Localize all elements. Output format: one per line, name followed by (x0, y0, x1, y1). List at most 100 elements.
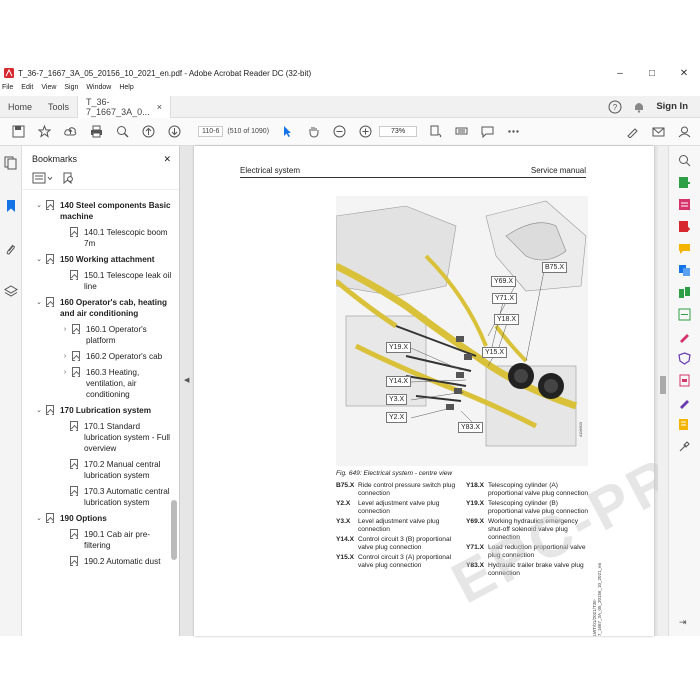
bookmark-item[interactable]: 150.1 Telescope leak oil line (22, 270, 172, 292)
bookmark-options-icon[interactable] (32, 172, 54, 184)
export-pdf-icon[interactable] (678, 176, 691, 189)
bookmark-item[interactable]: 170.1 Standard lubrication system - Full… (22, 421, 172, 454)
menu-edit[interactable]: Edit (21, 84, 33, 96)
bookmark-item[interactable]: ⌄ 190 Options (22, 513, 172, 524)
chevron-down-icon[interactable]: ⌄ (34, 200, 44, 211)
page-down-icon[interactable] (166, 124, 182, 140)
menu-view[interactable]: View (41, 84, 56, 96)
chevron-down-icon[interactable]: ⌄ (34, 297, 44, 308)
bookmark-item[interactable]: 190.1 Cab air pre-filtering (22, 529, 172, 551)
menu-help[interactable]: Help (119, 84, 133, 96)
bookmark-item[interactable]: 140.1 Telescopic boom 7m (22, 227, 172, 249)
chevron-down-icon[interactable]: ⌄ (34, 405, 44, 416)
scroll-left-arrow-icon[interactable]: ◀ (184, 376, 189, 384)
page-number-input[interactable]: 110-6 (198, 126, 224, 137)
maximize-button[interactable]: □ (636, 68, 668, 79)
page-thumbnails-icon[interactable] (4, 156, 18, 170)
bookmark-item[interactable]: › 160.2 Operator's cab (22, 351, 172, 362)
menu-bar: File Edit View Sign Window Help (0, 84, 700, 96)
zoom-out-icon[interactable] (331, 124, 347, 140)
upload-cloud-icon[interactable] (62, 124, 78, 140)
zoom-level-select[interactable]: 73% (379, 126, 418, 137)
close-window-button[interactable]: ✕ (668, 68, 700, 79)
minimize-button[interactable]: – (604, 68, 636, 79)
callout-y15x: Y15.X (482, 347, 508, 358)
create-pdf-icon[interactable] (678, 220, 691, 233)
sign-pen-icon[interactable] (624, 124, 640, 140)
comment-icon[interactable] (479, 124, 495, 140)
fit-page-icon[interactable] (427, 124, 443, 140)
close-panel-icon[interactable]: ✕ (163, 154, 171, 165)
zoom-in-icon[interactable] (357, 124, 373, 140)
legend-text: Load reduction proportional valve plug c… (488, 544, 586, 559)
bookmark-item[interactable]: › 160.3 Heating, ventilation, air conditi… (22, 367, 172, 400)
legend-text: Working hydraulics emergency shut-off so… (488, 518, 579, 541)
bookmark-item[interactable]: ⌄ 140 Steel components Basic machine (22, 200, 172, 222)
bookmark-label: 150.1 Telescope leak oil line (84, 271, 172, 291)
callout-y19x: Y19.X (386, 342, 412, 353)
menu-sign[interactable]: Sign (64, 84, 78, 96)
help-icon[interactable]: ? (608, 100, 622, 114)
chevron-right-icon[interactable]: › (60, 367, 70, 378)
bookmark-item[interactable]: 170.2 Manual central lubrication system (22, 459, 172, 481)
cursor-select-icon[interactable] (279, 124, 295, 140)
bookmark-item[interactable]: › 160.1 Operator's platform (22, 324, 172, 346)
bookmarks-panel: Bookmarks ✕ ⌄ 140 Steel components Basic … (22, 146, 180, 636)
bookmark-item[interactable]: ⌄ 170 Lubrication system (22, 405, 172, 416)
bookmark-item[interactable]: ⌄ 160 Operator's cab, heating and air con… (22, 297, 172, 319)
right-tools-rail: ⇥ (668, 146, 700, 636)
save-icon[interactable] (10, 124, 26, 140)
attachment-icon[interactable] (4, 242, 18, 256)
email-icon[interactable] (650, 124, 666, 140)
more-tools-icon[interactable] (678, 440, 691, 453)
tab-tools[interactable]: Tools (40, 96, 77, 118)
legend-text: Level adjustment valve plug connection (358, 518, 440, 533)
bookmark-panel-icon[interactable] (4, 199, 18, 213)
document-viewport[interactable]: ◀ Electrical system Service manual B75.X… (180, 146, 700, 636)
menu-window[interactable]: Window (86, 84, 111, 96)
bookmark-label: 190.1 Cab air pre-filtering (84, 530, 150, 550)
bookmarks-scrollbar[interactable] (171, 200, 177, 630)
sign-in-button[interactable]: Sign In (656, 101, 688, 112)
callout-y69x: Y69.X (491, 276, 517, 287)
chevron-down-icon[interactable]: ⌄ (34, 254, 44, 265)
chevron-right-icon[interactable]: › (60, 351, 70, 362)
layers-icon[interactable] (4, 285, 18, 299)
more-options-icon[interactable] (505, 124, 521, 140)
page-up-icon[interactable] (140, 124, 156, 140)
menu-file[interactable]: File (2, 84, 13, 96)
hand-tool-icon[interactable] (305, 124, 321, 140)
bell-icon[interactable] (632, 100, 646, 114)
prepare-form-icon[interactable] (678, 418, 691, 431)
tab-home[interactable]: Home (0, 96, 40, 118)
tab-close-icon[interactable]: × (157, 102, 162, 112)
chevron-right-icon[interactable]: › (60, 324, 70, 335)
bookmark-icon (72, 351, 80, 361)
combine-files-icon[interactable] (678, 264, 691, 277)
keyboard-icon[interactable] (453, 124, 469, 140)
tab-document[interactable]: T_36-7_1667_3A_0... × (77, 95, 172, 118)
fill-sign-icon[interactable] (678, 330, 691, 343)
scan-ocr-icon[interactable] (678, 308, 691, 321)
print-icon[interactable] (88, 124, 104, 140)
organize-pages-icon[interactable] (678, 286, 691, 299)
document-scrollbar[interactable] (658, 146, 668, 636)
chevron-down-icon[interactable]: ⌄ (34, 513, 44, 524)
send-for-signature-icon[interactable] (678, 396, 691, 409)
legend-text: Control circuit 3 (B) proportional valve… (358, 536, 452, 551)
bookmark-item[interactable]: 190.2 Automatic dust (22, 556, 172, 567)
collapse-rail-icon[interactable]: ⇥ (679, 617, 687, 628)
share-user-icon[interactable] (676, 124, 692, 140)
edit-pdf-icon[interactable] (678, 198, 691, 211)
legend-code: Y3.X (336, 518, 351, 525)
zoom-tool-icon[interactable] (678, 154, 691, 167)
comment-tool-icon[interactable] (678, 242, 691, 255)
bookmark-item[interactable]: ⌄ 150 Working attachment (22, 254, 172, 265)
tab-document-label: T_36-7_1667_3A_0... (86, 96, 150, 117)
protect-icon[interactable] (678, 352, 691, 365)
redact-icon[interactable] (678, 374, 691, 387)
star-icon[interactable] (36, 124, 52, 140)
zoom-search-icon[interactable] (114, 124, 130, 140)
find-bookmark-icon[interactable] (62, 172, 74, 184)
bookmark-item[interactable]: 170.3 Automatic central lubrication syst… (22, 486, 172, 508)
